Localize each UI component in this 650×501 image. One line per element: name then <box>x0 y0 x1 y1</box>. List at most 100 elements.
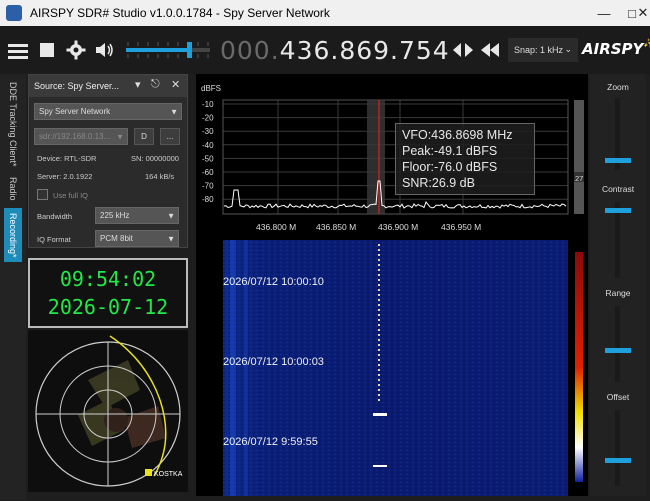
tab-dde-tracking-client[interactable]: DDE Tracking Client* <box>4 78 22 170</box>
tab-recording[interactable]: Recording* <box>4 208 22 262</box>
disconnect-label: D <box>141 132 147 141</box>
satellite-name-label: KOSTKA <box>154 471 183 478</box>
source-type-value: Spy Server Network <box>39 107 111 116</box>
dropdown-arrow-icon[interactable]: ▾ <box>135 78 141 91</box>
minimize-button[interactable]: — <box>590 0 618 26</box>
more-options-button[interactable]: ... <box>160 128 180 145</box>
more-label: ... <box>166 132 174 141</box>
chevron-down-icon: ▼ <box>167 211 175 220</box>
use-full-iq-label: Use full IQ <box>53 191 89 200</box>
frequency-display[interactable]: 000.436.869.754 <box>220 36 450 65</box>
step-arrows-icon[interactable] <box>452 41 474 59</box>
offset-label: Offset <box>606 392 630 402</box>
close-button[interactable]: ✕ <box>636 0 650 26</box>
waterfall-timestamp: 2026/07/12 10:00:10 <box>223 276 324 288</box>
tab-label: DDE Tracking Client* <box>8 81 18 167</box>
waterfall-palette-bar <box>575 252 583 482</box>
x-tick-label: 436.950 M <box>441 222 481 232</box>
snap-select[interactable]: Snap: 1 kHz ⌄ <box>508 38 578 62</box>
tab-label: Radio <box>8 177 18 201</box>
y-tick-label: -10 <box>202 100 214 109</box>
y-tick-label: -20 <box>202 114 214 123</box>
frequency-value: 436.869.754 <box>279 36 450 65</box>
x-tick-label: 436.850 M <box>316 222 356 232</box>
vfo-info-overlay: VFO:436.8698 MHz Peak:-49.1 dBFS Floor:-… <box>395 123 535 195</box>
satellite-pass-track <box>109 335 167 477</box>
clock-display: 09:54:02 2026-07-12 <box>28 258 188 328</box>
peak-level: Peak:-49.1 dBFS <box>402 144 498 158</box>
wifi-icon: ✨ <box>643 39 650 49</box>
bandwidth-select[interactable]: 225 kHz ▼ <box>95 207 179 224</box>
chevron-down-icon: ▼ <box>167 234 175 243</box>
x-tick-label: 436.800 M <box>256 222 296 232</box>
scale-value: 27 <box>575 174 583 183</box>
vfo-passband[interactable] <box>367 100 385 214</box>
waterfall-timestamp: 2026/07/12 9:59:55 <box>223 436 318 448</box>
serial-number-label: SN: 00000000 <box>131 154 179 163</box>
y-tick-label: -70 <box>202 182 214 191</box>
waterfall-signal-burst <box>373 413 387 416</box>
chevron-down-icon: ▼ <box>116 132 124 141</box>
speaker-icon[interactable] <box>94 39 116 61</box>
disconnect-button[interactable]: D <box>134 128 154 145</box>
y-tick-label: -60 <box>202 168 214 177</box>
gear-icon[interactable] <box>65 39 87 61</box>
clock-date: 2026-07-12 <box>47 295 169 319</box>
snap-value: Snap: 1 kHz <box>514 45 564 55</box>
x-tick-label: 436.900 M <box>378 222 418 232</box>
contrast-label: Contrast <box>601 184 635 194</box>
satellite-position-marker <box>145 469 152 476</box>
rewind-icon[interactable] <box>480 41 502 59</box>
iq-format-select[interactable]: PCM 8bit ▼ <box>95 230 179 247</box>
data-rate-label: 164 kB/s <box>145 172 175 181</box>
snr-value: SNR:26.9 dB <box>402 176 475 190</box>
device-label: Device: RTL-SDR <box>37 154 97 163</box>
source-panel: Source: Spy Server... ▾ ⎋ ✕ Spy Server N… <box>28 74 188 248</box>
stop-icon[interactable] <box>38 41 56 59</box>
source-panel-title: Source: Spy Server... <box>34 81 120 91</box>
close-icon[interactable]: ✕ <box>171 78 180 91</box>
source-type-select[interactable]: Spy Server Network ▼ <box>34 103 182 120</box>
dbfs-axis-label: dBFS <box>201 84 221 93</box>
noise-floor: Floor:-76.0 dBFS <box>402 160 498 174</box>
waterfall-timestamp: 2026/07/12 10:00:03 <box>223 356 324 368</box>
vfo-frequency: VFO:436.8698 MHz <box>402 128 513 142</box>
scale-bar[interactable] <box>574 100 584 214</box>
chevron-down-icon: ⌄ <box>564 44 572 54</box>
y-tick-label: -80 <box>202 195 214 204</box>
zoom-slider-thumb[interactable] <box>605 158 631 163</box>
bandwidth-label: Bandwidth <box>37 212 73 221</box>
chevron-down-icon: ▼ <box>170 107 178 116</box>
window-title: AIRSPY SDR# Studio v1.0.0.1784 - Spy Ser… <box>30 6 330 20</box>
range-slider-thumb[interactable] <box>605 348 631 353</box>
range-label: Range <box>605 288 631 298</box>
use-full-iq-checkbox[interactable] <box>37 189 48 200</box>
satellite-polar-plot: KOSTKA <box>28 330 188 492</box>
server-version-label: Server: 2.0.1922 <box>37 172 93 181</box>
iq-format-value: PCM 8bit <box>100 234 133 243</box>
tab-radio[interactable]: Radio <box>4 174 22 204</box>
airspy-app-icon <box>6 5 22 21</box>
logo-text: AIRSPY <box>582 40 644 58</box>
contrast-slider-thumb[interactable] <box>605 208 631 213</box>
menu-hamburger-icon[interactable] <box>6 40 30 62</box>
y-tick-label: -40 <box>202 141 214 150</box>
clock-time: 09:54:02 <box>59 267 157 291</box>
satellite-watermark-icon <box>78 360 166 448</box>
pin-icon[interactable]: ⎋ <box>151 78 160 91</box>
y-tick-label: -50 <box>202 154 214 163</box>
iq-format-label: IQ Format <box>37 235 71 244</box>
title-bar: AIRSPY SDR# Studio v1.0.0.1784 - Spy Ser… <box>0 0 650 26</box>
offset-slider-thumb[interactable] <box>605 458 631 463</box>
side-tab-strip: DDE Tracking Client* Radio Recording* <box>0 74 26 500</box>
server-uri-input[interactable]: sdr://192.168.0.13... ▼ <box>34 128 128 145</box>
zoom-label: Zoom <box>607 82 629 92</box>
bandwidth-value: 225 kHz <box>100 211 130 220</box>
airspy-logo: AIRSPY✨ <box>582 39 650 58</box>
volume-slider[interactable] <box>124 38 212 62</box>
y-tick-label: -30 <box>202 127 214 136</box>
source-panel-header: Source: Spy Server... ▾ ⎋ ✕ <box>29 75 187 97</box>
frequency-prefix: 000. <box>220 36 280 65</box>
uri-text: sdr://192.168.0.13... <box>39 132 111 141</box>
display-controls-panel: Zoom Contrast Range Offset <box>590 74 646 496</box>
